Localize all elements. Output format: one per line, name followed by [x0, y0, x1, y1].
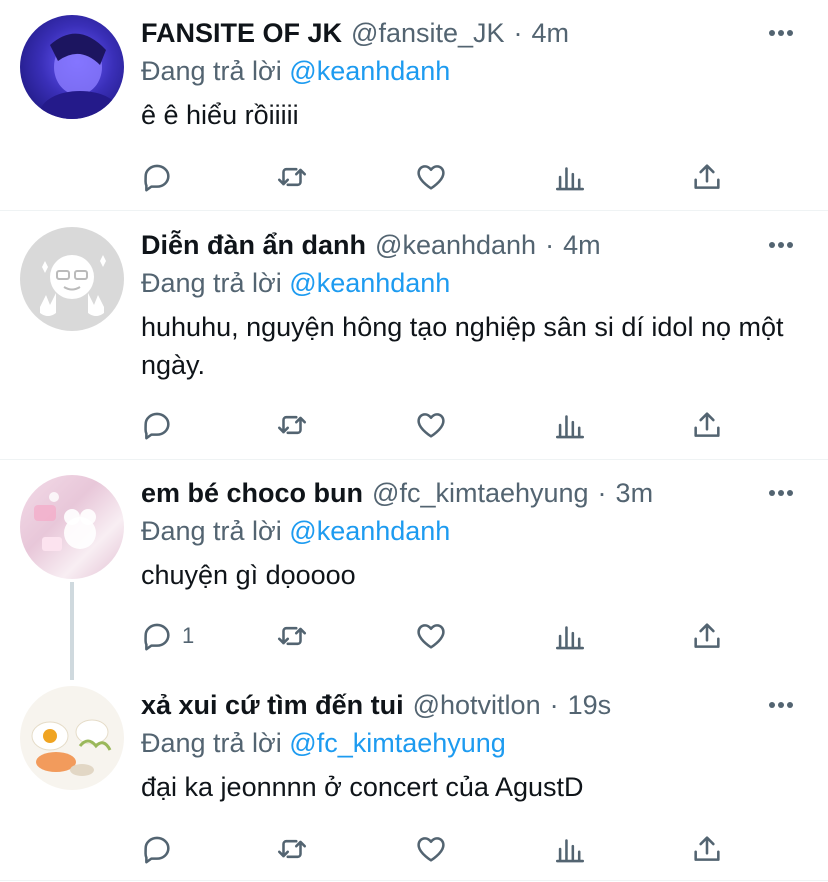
tweet-text: huhuhu, nguyện hông tạo nghiệp sân si dí…	[141, 312, 784, 380]
display-name[interactable]: xả xui cứ tìm đến tui	[141, 690, 404, 721]
more-horizontal-icon[interactable]	[764, 688, 798, 722]
user-handle[interactable]: @hotvitlon	[413, 690, 541, 721]
separator-dot: ·	[513, 17, 523, 48]
avatar-dien-dan-an-danh[interactable]	[20, 227, 124, 331]
retweet-icon	[277, 839, 307, 859]
reply-icon	[144, 836, 170, 864]
share-button[interactable]	[690, 616, 724, 656]
user-handle[interactable]: @fc_kimtaehyung	[372, 478, 589, 509]
retweet-button[interactable]	[275, 157, 309, 197]
separator-dot: ·	[549, 689, 559, 720]
share-button[interactable]	[690, 157, 724, 197]
replying-to-label: Đang trả lời	[141, 268, 282, 298]
tweet-text: ê ê hiểu rồiiiii	[141, 100, 299, 130]
avatar-fansite-jk[interactable]	[20, 15, 124, 119]
tweet-header: Diễn đàn ẩn danh @keanhdanh · 4m	[141, 228, 808, 262]
avatar-image	[40, 255, 106, 316]
separator-dot: ·	[597, 477, 607, 508]
share-icon	[694, 836, 720, 861]
like-button[interactable]	[414, 157, 448, 197]
reply-button[interactable]	[140, 829, 182, 869]
more-horizontal-icon[interactable]	[764, 228, 798, 262]
retweet-button[interactable]	[275, 616, 309, 656]
display-name[interactable]: FANSITE OF JK	[141, 18, 342, 49]
retweet-button[interactable]	[275, 405, 309, 445]
reply-icon	[144, 623, 170, 651]
like-button[interactable]	[414, 829, 448, 869]
retweet-icon	[277, 167, 307, 187]
tweet-actions	[0, 405, 720, 445]
views-button[interactable]	[553, 157, 587, 197]
display-name[interactable]: Diễn đàn ẩn danh	[141, 230, 366, 261]
avatar-image	[34, 492, 96, 551]
mention-link[interactable]: @keanhdanh	[289, 268, 450, 298]
analytics-icon	[555, 626, 585, 650]
separator-dot: ·	[545, 229, 555, 260]
tweet-header: xả xui cứ tìm đến tui @hotvitlon · 19s	[141, 688, 808, 722]
tweet-text: chuyện gì dọoooo	[141, 560, 356, 590]
replying-to: Đang trả lời @keanhdanh	[141, 266, 808, 300]
retweet-icon	[277, 626, 307, 646]
like-button[interactable]	[414, 405, 448, 445]
views-button[interactable]	[553, 616, 587, 656]
avatar-xa-xui[interactable]	[20, 686, 124, 790]
tweet-actions	[0, 157, 720, 197]
analytics-icon	[555, 839, 585, 863]
retweet-icon	[277, 415, 307, 435]
avatar-image	[40, 33, 120, 119]
more-horizontal-icon[interactable]	[764, 16, 798, 50]
user-handle[interactable]: @keanhdanh	[375, 230, 536, 261]
like-button[interactable]	[414, 616, 448, 656]
analytics-icon	[555, 167, 585, 191]
share-icon	[694, 412, 720, 437]
reply-count: 1	[182, 623, 195, 648]
replying-to-label: Đang trả lời	[141, 56, 282, 86]
heart-icon	[417, 413, 445, 438]
replying-to-label: Đang trả lời	[141, 516, 282, 546]
timestamp[interactable]: 4m	[563, 230, 601, 261]
share-icon	[694, 164, 720, 189]
tweet-actions: 1	[0, 616, 720, 656]
avatar-image	[31, 719, 112, 776]
tweet-header: FANSITE OF JK @fansite_JK · 4m	[141, 16, 808, 50]
timestamp[interactable]: 4m	[532, 18, 570, 49]
analytics-icon	[555, 415, 585, 439]
timestamp[interactable]: 19s	[568, 690, 612, 721]
tweet-1[interactable]: FANSITE OF JK @fansite_JK · 4m Đang trả …	[0, 0, 828, 211]
divider	[0, 880, 828, 881]
reply-icon	[144, 412, 170, 440]
replying-to-label: Đang trả lời	[141, 728, 282, 758]
tweet-actions	[0, 829, 720, 869]
heart-icon	[417, 165, 445, 190]
heart-icon	[417, 624, 445, 649]
views-button[interactable]	[553, 405, 587, 445]
reply-button[interactable]	[140, 405, 182, 445]
reply-button[interactable]	[140, 157, 182, 197]
mention-link[interactable]: @fc_kimtaehyung	[289, 728, 506, 758]
reply-icon	[144, 164, 170, 192]
views-button[interactable]	[553, 829, 587, 869]
more-horizontal-icon[interactable]	[764, 476, 798, 510]
tweet-2[interactable]: Diễn đàn ẩn danh @keanhdanh · 4m Đang tr…	[0, 211, 828, 459]
share-button[interactable]	[690, 829, 724, 869]
retweet-button[interactable]	[275, 829, 309, 869]
replying-to: Đang trả lời @fc_kimtaehyung	[141, 726, 808, 760]
heart-icon	[417, 837, 445, 862]
timestamp[interactable]: 3m	[616, 478, 654, 509]
user-handle[interactable]: @fansite_JK	[351, 18, 504, 49]
reply-button[interactable]: 1	[140, 616, 194, 656]
tweet-header: em bé choco bun @fc_kimtaehyung · 3m	[141, 476, 808, 510]
mention-link[interactable]: @keanhdanh	[289, 56, 450, 86]
tweet-3[interactable]: em bé choco bun @fc_kimtaehyung · 3m Đan…	[0, 460, 828, 680]
tweet-4[interactable]: xả xui cứ tìm đến tui @hotvitlon · 19s Đ…	[0, 672, 828, 882]
replying-to: Đang trả lời @keanhdanh	[141, 514, 808, 548]
avatar-em-be-choco-bun[interactable]	[20, 475, 124, 579]
share-icon	[694, 623, 720, 648]
mention-link[interactable]: @keanhdanh	[289, 516, 450, 546]
replying-to: Đang trả lời @keanhdanh	[141, 54, 808, 88]
tweet-text: đại ka jeonnnn ở concert của AgustD	[141, 772, 584, 802]
share-button[interactable]	[690, 405, 724, 445]
display-name[interactable]: em bé choco bun	[141, 478, 363, 509]
